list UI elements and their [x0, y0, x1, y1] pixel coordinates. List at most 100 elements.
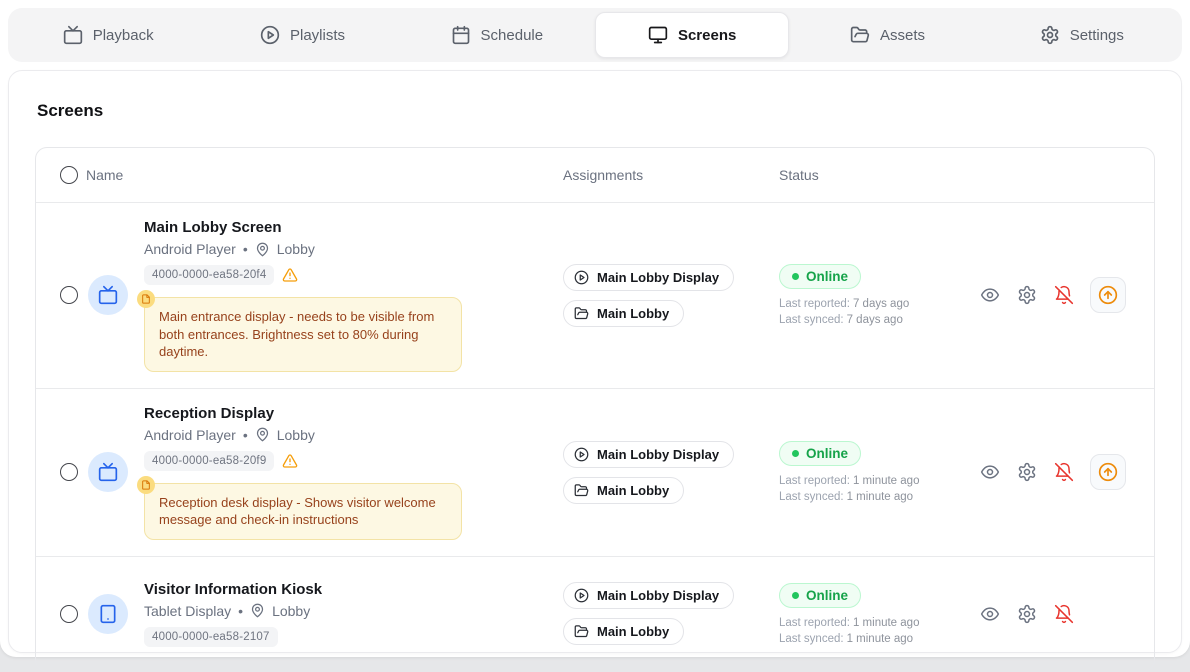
column-header-assignments: Assignments: [563, 167, 779, 183]
tab-label: Assets: [880, 27, 925, 44]
tablet-icon: [98, 604, 118, 624]
map-pin-icon: [255, 427, 270, 442]
note-text: Main entrance display - needs to be visi…: [159, 309, 434, 359]
dot-separator: •: [238, 603, 243, 619]
dot-separator: •: [243, 241, 248, 257]
column-header-name: Name: [86, 167, 563, 183]
device-avatar: [88, 275, 128, 315]
screen-name: Main Lobby Screen: [144, 219, 462, 236]
location-label: Lobby: [277, 241, 315, 257]
tab-screens[interactable]: Screens: [595, 12, 789, 58]
assignment-label: Main Lobby: [597, 624, 669, 639]
map-pin-icon: [250, 603, 265, 618]
circle-arrow-up-icon: [1098, 285, 1118, 305]
status-badge: Online: [779, 583, 861, 608]
device-id-badge: 4000-0000-ea58-2107: [144, 627, 278, 647]
notifications-off-button[interactable]: [1053, 462, 1074, 483]
last-reported: Last reported:1 minute ago: [779, 617, 959, 629]
gear-icon: [1017, 604, 1037, 624]
note-text: Reception desk display - Shows visitor w…: [159, 495, 436, 528]
row-checkbox[interactable]: [60, 286, 78, 304]
eye-icon: [980, 604, 1000, 624]
device-avatar: [88, 594, 128, 634]
bell-off-icon: [1054, 462, 1074, 482]
folder-icon: [574, 483, 589, 498]
screen-meta: Android Player • Lobby: [144, 241, 462, 257]
status-text: Online: [806, 588, 848, 603]
screen-meta: Tablet Display • Lobby: [144, 603, 322, 619]
table-row: Visitor Information Kiosk Tablet Display…: [36, 557, 1154, 671]
table-header-row: Name Assignments Status: [36, 148, 1154, 203]
dot-separator: •: [243, 427, 248, 443]
assignment-playlist-pill[interactable]: Main Lobby Display: [563, 582, 734, 609]
assignment-playlist-pill[interactable]: Main Lobby Display: [563, 441, 734, 468]
row-checkbox[interactable]: [60, 605, 78, 623]
assignment-label: Main Lobby: [597, 483, 669, 498]
location-label: Lobby: [277, 427, 315, 443]
status-badge: Online: [779, 441, 861, 466]
location-label: Lobby: [272, 603, 310, 619]
tab-label: Playback: [93, 27, 154, 44]
gear-icon: [1017, 285, 1037, 305]
bell-off-icon: [1054, 604, 1074, 624]
notifications-off-button[interactable]: [1053, 603, 1074, 624]
calendar-icon: [451, 25, 471, 45]
notifications-off-button[interactable]: [1053, 285, 1074, 306]
last-synced: Last synced:7 days ago: [779, 314, 959, 326]
assignment-playlist-pill[interactable]: Main Lobby Display: [563, 264, 734, 291]
screens-table: Name Assignments Status Main Lobby Scree…: [35, 147, 1155, 672]
preview-button[interactable]: [979, 462, 1000, 483]
screen-note: Main entrance display - needs to be visi…: [144, 297, 462, 372]
preview-button[interactable]: [979, 603, 1000, 624]
tab-label: Screens: [678, 27, 736, 44]
warning-triangle-icon: [282, 453, 298, 469]
assignment-label: Main Lobby: [597, 306, 669, 321]
tab-label: Schedule: [481, 27, 544, 44]
app-window: Playback Playlists Schedule Screens Asse…: [0, 0, 1190, 657]
folder-icon: [574, 306, 589, 321]
folder-icon: [850, 25, 870, 45]
last-synced: Last synced:1 minute ago: [779, 491, 959, 503]
gear-icon: [1040, 25, 1060, 45]
online-dot: [792, 592, 799, 599]
assignment-folder-pill[interactable]: Main Lobby: [563, 300, 684, 327]
tab-label: Settings: [1070, 27, 1124, 44]
monitor-icon: [648, 25, 668, 45]
table-row: Reception Display Android Player • Lobby…: [36, 389, 1154, 557]
tab-settings[interactable]: Settings: [986, 12, 1178, 58]
tab-playlists[interactable]: Playlists: [206, 12, 398, 58]
play-circle-icon: [260, 25, 280, 45]
select-all-checkbox[interactable]: [60, 166, 78, 184]
column-header-status: Status: [779, 167, 969, 183]
screen-name: Reception Display: [144, 405, 462, 422]
assignment-folder-pill[interactable]: Main Lobby: [563, 618, 684, 645]
status-text: Online: [806, 269, 848, 284]
circle-arrow-up-icon: [1098, 462, 1118, 482]
screen-name: Visitor Information Kiosk: [144, 581, 322, 598]
preview-button[interactable]: [979, 285, 1000, 306]
assignment-folder-pill[interactable]: Main Lobby: [563, 477, 684, 504]
folder-icon: [574, 624, 589, 639]
update-player-button[interactable]: [1090, 277, 1126, 313]
tab-label: Playlists: [290, 27, 345, 44]
row-checkbox[interactable]: [60, 463, 78, 481]
online-dot: [792, 450, 799, 457]
table-row: Main Lobby Screen Android Player • Lobby…: [36, 203, 1154, 389]
screen-settings-button[interactable]: [1016, 285, 1037, 306]
warning-triangle-icon: [282, 267, 298, 283]
tab-assets[interactable]: Assets: [791, 12, 983, 58]
status-badge: Online: [779, 264, 861, 289]
screen-settings-button[interactable]: [1016, 603, 1037, 624]
gear-icon: [1017, 462, 1037, 482]
tab-playback[interactable]: Playback: [12, 12, 204, 58]
play-circle-icon: [574, 588, 589, 603]
tv-icon: [98, 285, 118, 305]
bell-off-icon: [1054, 285, 1074, 305]
note-file-icon: [137, 476, 155, 494]
device-avatar: [88, 452, 128, 492]
tab-schedule[interactable]: Schedule: [401, 12, 593, 58]
assignment-label: Main Lobby Display: [597, 588, 719, 603]
update-player-button[interactable]: [1090, 454, 1126, 490]
screen-settings-button[interactable]: [1016, 462, 1037, 483]
map-pin-icon: [255, 242, 270, 257]
